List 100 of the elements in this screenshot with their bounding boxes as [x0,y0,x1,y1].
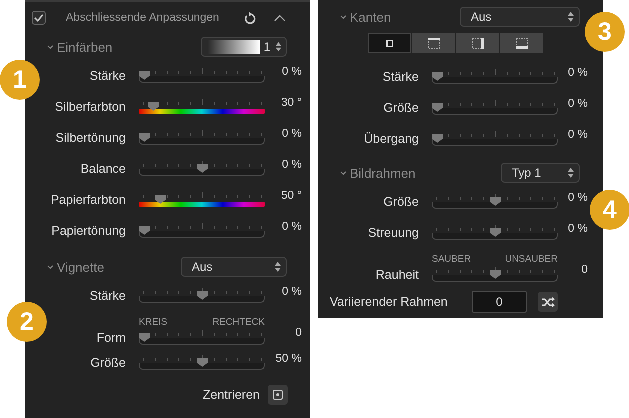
range-end-label: UNSAUBER [505,254,558,265]
shuffle-icon [542,296,554,308]
value-readout: 0 % [281,221,302,233]
edge-bottom-icon [516,38,528,48]
slider-thumb[interactable] [432,134,443,143]
chevron-icon[interactable] [340,14,347,20]
edge-toggle-button[interactable] [368,33,411,53]
edge-toggle-button[interactable] [412,33,455,53]
slider-thumb[interactable] [155,195,166,204]
value-readout: 0 % [567,67,588,79]
shuffle-button[interactable] [538,292,558,312]
value-readout: 0 % [281,159,302,171]
field-label: Variierender Rahmen [330,295,449,309]
slider-label: Größe [382,100,419,114]
enable-checkbox[interactable] [32,11,46,25]
edge-right-icon [472,38,484,48]
edge-toggle-button[interactable] [500,33,543,53]
slider-track[interactable] [139,223,265,238]
slider-track[interactable] [432,69,558,84]
slider-track[interactable] [139,99,265,114]
collapse-icon[interactable] [274,14,286,22]
slider-thumb[interactable] [432,103,443,112]
edge-left-icon [386,40,393,46]
slider-thumb[interactable] [139,133,150,142]
number-field[interactable]: 0 [472,291,527,313]
value-readout: 50 % [274,353,302,365]
slider-thumb[interactable] [139,71,150,80]
chevron-icon[interactable] [47,264,54,270]
slider-label: Papiertönung [50,224,126,238]
slider-label: Übergang [363,132,419,146]
stepper-arrows-icon [274,261,282,273]
dropdown[interactable]: Aus [460,7,580,27]
reset-icon[interactable] [244,12,256,24]
value-readout: 0 [294,327,302,339]
section-title[interactable]: Einfärben [57,40,113,54]
slider-track[interactable] [139,161,265,176]
slider-label: Silberfarbton [54,100,126,114]
range-end-label: RECHTECK [212,317,265,328]
slider-label: Größe [382,194,419,208]
section-title[interactable]: Kanten [350,10,392,24]
slider-label: Stärke [382,70,419,84]
value-readout: 0 % [567,192,588,204]
slider-track[interactable] [432,194,558,209]
dropdown[interactable]: Aus [181,257,287,277]
value-readout: 0 % [567,98,588,110]
slider-track[interactable] [432,100,558,115]
value-readout: 50 ° [280,190,302,202]
stepper-arrows-icon [567,167,575,179]
dropdown[interactable]: Typ 1 [501,163,580,183]
step-badge: 3 [585,12,625,52]
gradient-dropdown[interactable]: 1 [201,37,287,57]
slider-thumb[interactable] [490,228,500,237]
step-badge: 1 [0,60,40,100]
chevron-icon[interactable] [47,44,54,50]
slider-label: Form [96,331,126,345]
slider-label: Streuung [367,226,419,240]
slider-label: Stärke [88,288,126,302]
slider-label: Silbertönung [54,130,126,144]
slider-label: Balance [80,162,126,176]
slider-track[interactable] [139,192,265,207]
target-icon [273,390,283,400]
slider-thumb[interactable] [490,270,500,279]
slider-track[interactable] [139,288,265,303]
slider-thumb[interactable] [139,333,150,342]
value-readout: 30 ° [280,97,302,109]
value-readout: 0 [580,264,588,276]
value-readout: 0 % [281,286,302,298]
edge-toggle-button[interactable] [456,33,499,53]
slider-track[interactable] [139,130,265,145]
slider-thumb[interactable] [490,197,500,206]
slider-track[interactable] [139,355,265,370]
slider-thumb[interactable] [139,226,150,235]
slider-label: Größe [90,356,126,370]
value-readout: 0 % [281,66,302,78]
slider-label: Stärke [88,68,126,82]
value-readout: 0 % [281,128,302,140]
slider-track[interactable] [432,225,558,240]
range-end-label: SAUBER [432,254,472,265]
slider-label: Papierfarbton [50,192,126,206]
step-badge: 2 [7,302,47,342]
center-button[interactable] [268,385,288,405]
slider-track[interactable] [432,131,558,146]
stepper-arrows-icon [567,11,575,23]
slider-thumb[interactable] [196,164,208,173]
slider-thumb[interactable] [148,102,160,111]
stepper-arrows-icon [274,41,282,53]
value-readout: 0 % [567,129,588,141]
edge-top-icon [428,38,440,48]
section-title[interactable]: Vignette [57,260,104,274]
value-readout: 0 % [567,223,588,235]
slider-track[interactable] [139,68,265,83]
slider-label: Rauheit [374,268,419,282]
section-title[interactable]: Bildrahmen [350,166,416,180]
panel-title: Abschliessende Anpassungen [66,11,220,26]
range-end-label: KREIS [139,317,168,328]
center-label: Zentrieren [203,388,260,402]
slider-thumb[interactable] [196,358,208,367]
slider-thumb[interactable] [196,291,208,300]
slider-thumb[interactable] [432,72,443,81]
chevron-icon[interactable] [340,170,347,176]
